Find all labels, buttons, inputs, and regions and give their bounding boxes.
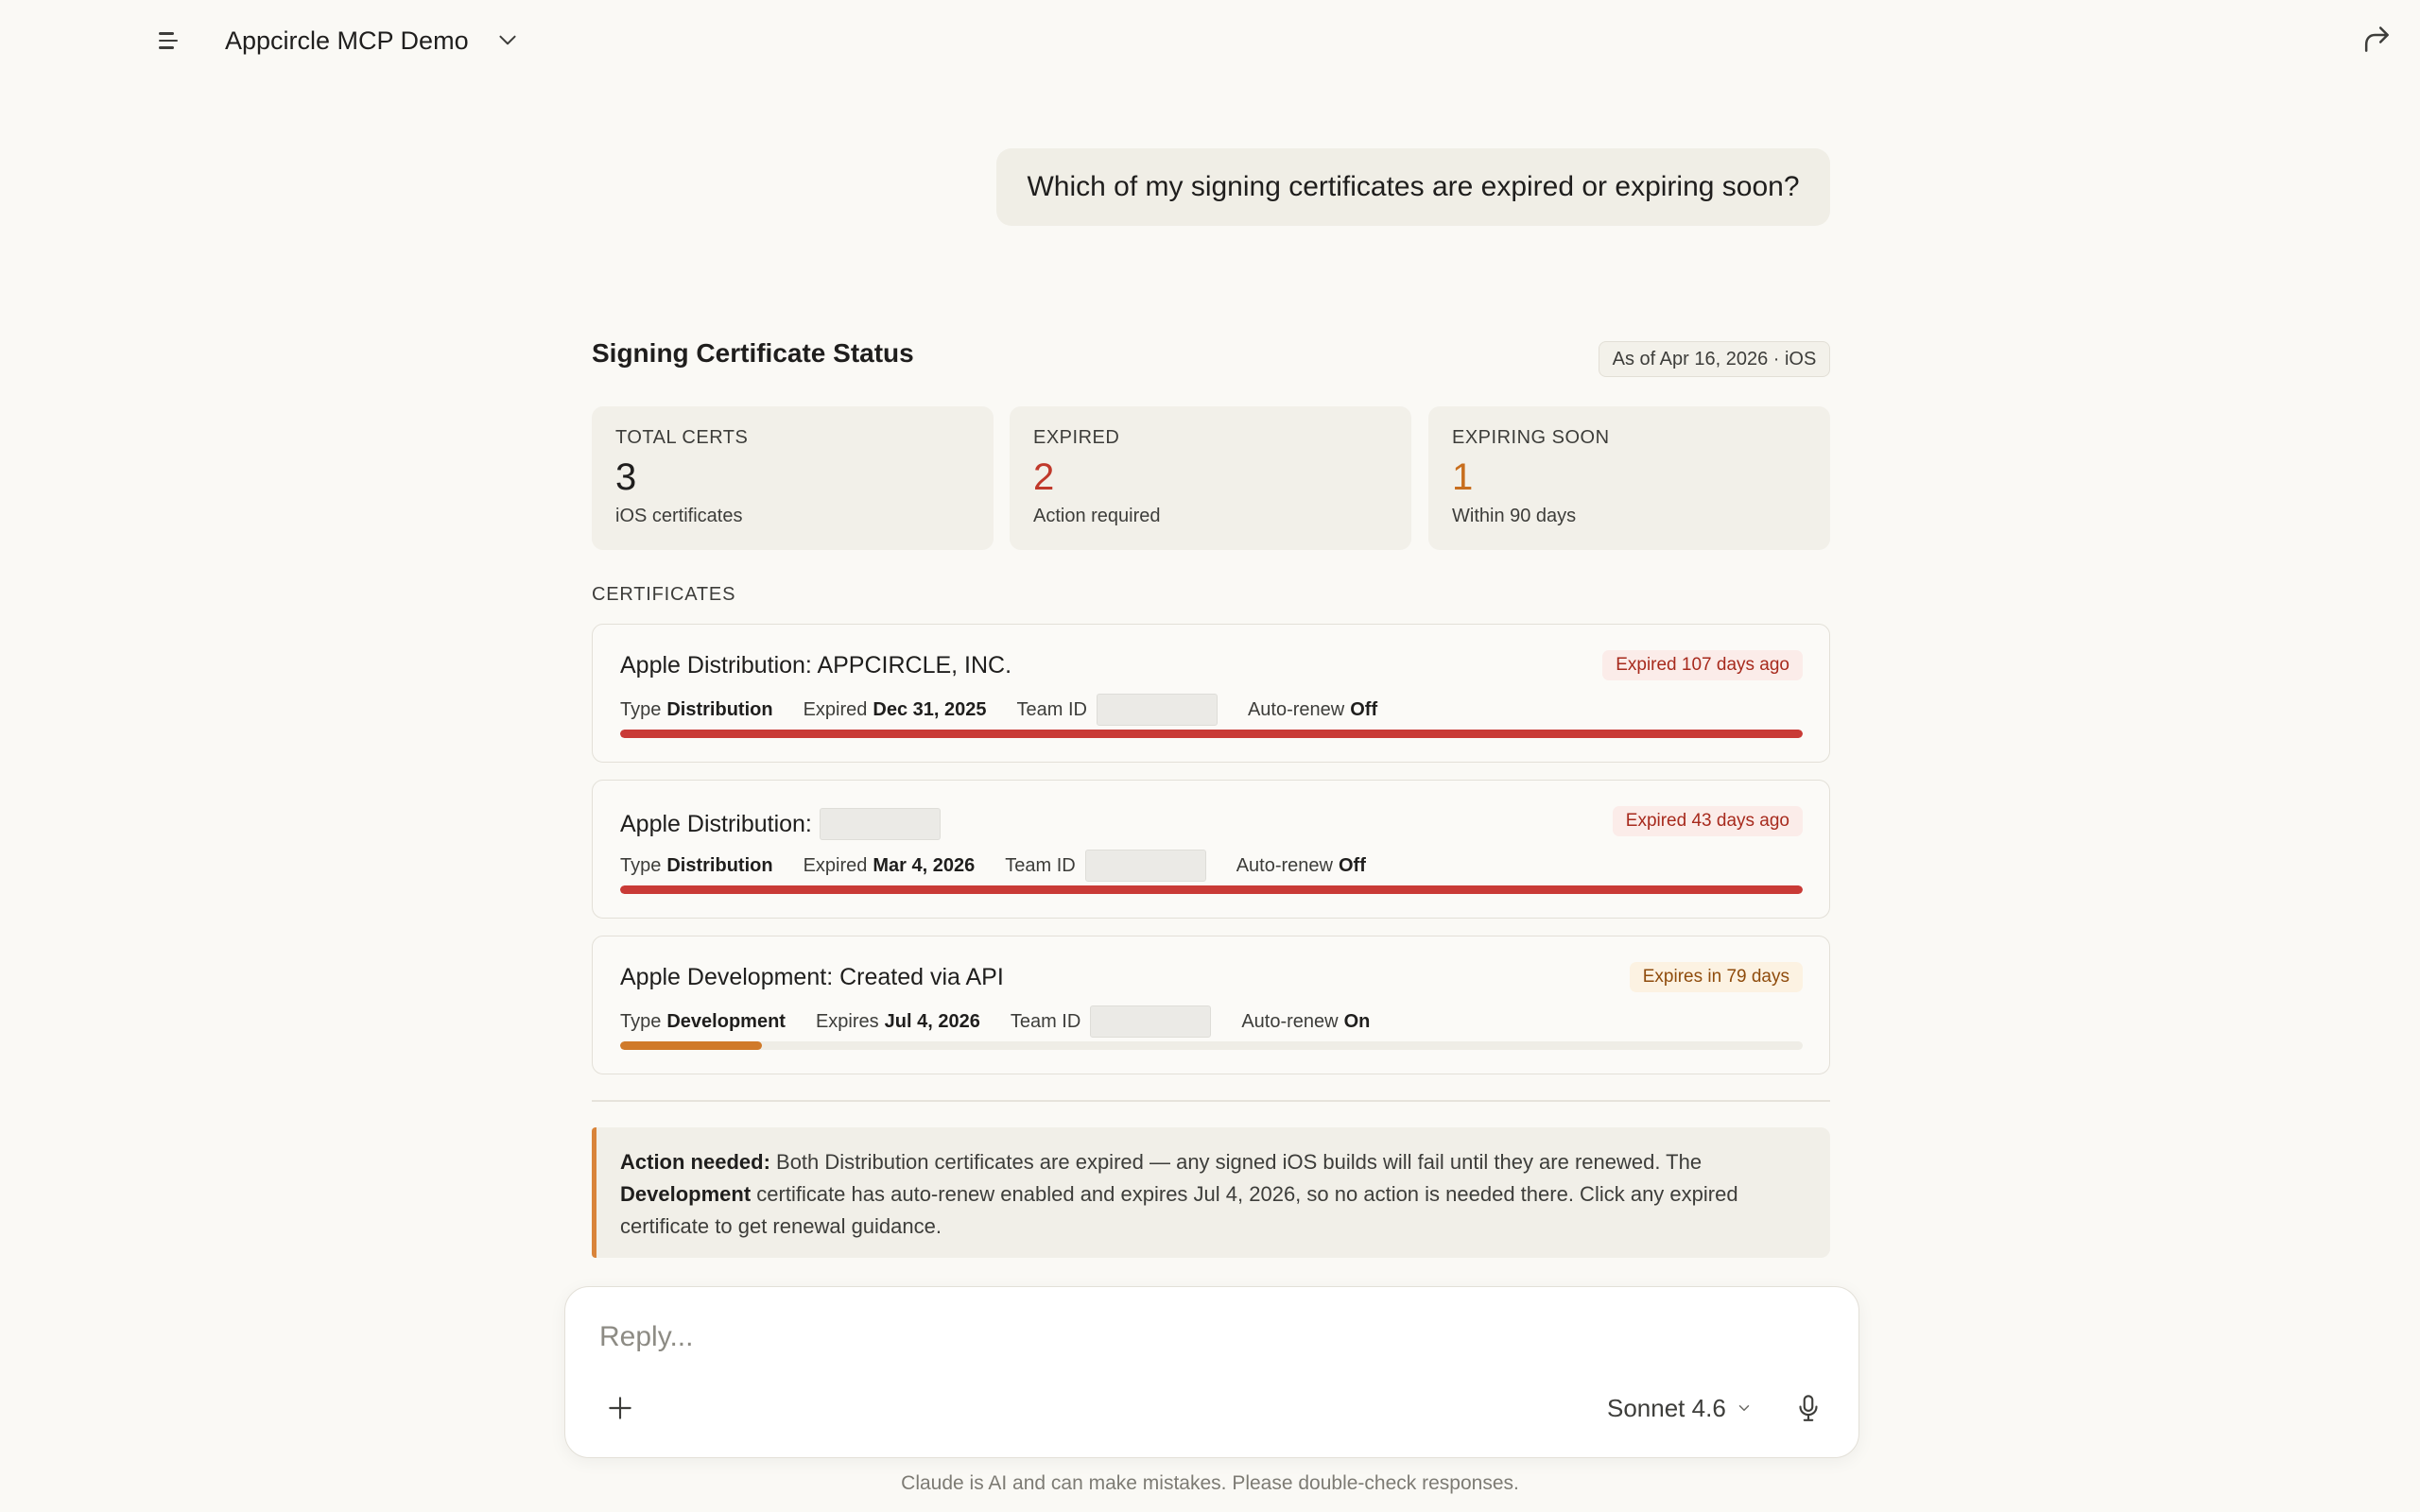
stat-card-expired: EXPIRED 2 Action required [1010, 406, 1411, 550]
stat-value: 2 [1033, 456, 1055, 498]
reply-composer: Reply... Sonnet 4.6 [564, 1286, 1859, 1458]
conversation-title: Appcircle MCP Demo [225, 26, 469, 55]
certificate-name-text: Apple Development: Created via API [620, 964, 1004, 990]
stat-sub: Within 90 days [1452, 506, 1577, 526]
disclaimer: Claude is AI and can make mistakes. Plea… [901, 1472, 1519, 1494]
chevron-down-icon [499, 35, 516, 45]
type-label: Type [620, 854, 662, 876]
date-value: Jul 4, 2026 [884, 1010, 980, 1032]
stat-value: 1 [1452, 456, 1474, 498]
stat-card-total: TOTAL CERTS 3 iOS certificates [592, 406, 994, 550]
certificate-name: Apple Distribution: APPCIRCLE, INC. [620, 652, 1011, 679]
progress-fill [620, 1041, 763, 1050]
auto-renew-label: Auto-renew [1241, 1010, 1339, 1032]
type-label: Type [620, 1010, 662, 1032]
status-badge: Expired 107 days ago [1602, 650, 1803, 680]
top-bar: Appcircle MCP Demo [0, 0, 2420, 81]
status-title: Signing Certificate Status [592, 338, 914, 368]
certificate-meta: Type Development Expires Jul 4, 2026 Team … [620, 1003, 1400, 1040]
callout-lead: Action needed: [620, 1150, 770, 1174]
status-badge: Expires in 79 days [1629, 962, 1803, 992]
auto-renew-value: Off [1350, 698, 1378, 720]
conversation-title-dropdown[interactable]: Appcircle MCP Demo [225, 21, 520, 60]
certificate-name-text: Apple Distribution: [620, 810, 812, 837]
stat-card-expiring-soon: EXPIRING SOON 1 Within 90 days [1428, 406, 1830, 550]
share-icon[interactable] [2358, 21, 2395, 59]
type-value: Distribution [666, 698, 773, 720]
team-id-redacted [1090, 1005, 1212, 1038]
type-label: Type [620, 698, 662, 720]
plus-icon[interactable] [605, 1393, 635, 1423]
menu-icon[interactable] [159, 25, 193, 57]
date-label: Expired [803, 698, 868, 720]
progress-fill [620, 885, 1803, 894]
validity-progress-bar [620, 885, 1803, 894]
microphone-icon[interactable] [1792, 1391, 1824, 1425]
team-id-label: Team ID [1010, 1010, 1081, 1032]
certificates-label: CERTIFICATES [592, 584, 736, 605]
user-message-bubble: Which of my signing certificates are exp… [996, 148, 1830, 226]
certificate-card[interactable]: Apple Distribution: APPCIRCLE, INC. Expi… [592, 624, 1830, 763]
date-label: Expired [803, 854, 868, 876]
stat-sub: Action required [1033, 506, 1161, 526]
certificate-meta: Type Distribution Expired Dec 31, 2025 Tea… [620, 691, 1408, 729]
team-id-redacted [1096, 694, 1218, 726]
auto-renew-value: Off [1339, 854, 1366, 876]
model-selector[interactable]: Sonnet 4.6 [1607, 1389, 1753, 1427]
chevron-down-icon [1738, 1405, 1750, 1411]
model-name: Sonnet 4.6 [1607, 1393, 1726, 1422]
certificate-meta: Type Distribution Expired Mar 4, 2026 Team… [620, 847, 1396, 885]
divider [592, 1100, 1830, 1102]
stat-sub: iOS certificates [615, 506, 743, 526]
stat-label: TOTAL CERTS [615, 427, 749, 448]
stat-label: EXPIRING SOON [1452, 427, 1610, 448]
team-id-label: Team ID [1005, 854, 1076, 876]
date-value: Mar 4, 2026 [873, 854, 976, 876]
date-label: Expires [815, 1010, 879, 1032]
callout-text: Both Distribution certificates are expir… [769, 1150, 1703, 1174]
certificate-name: Apple Distribution: [620, 808, 941, 840]
validity-progress-bar [620, 730, 1803, 738]
callout-text: certificate has auto-renew enabled and e… [620, 1182, 1738, 1238]
type-value: Development [666, 1010, 786, 1032]
as-of-badge: As of Apr 16, 2026 · iOS [1599, 341, 1830, 377]
team-id-label: Team ID [1016, 698, 1087, 720]
certificate-name-redacted [819, 808, 941, 840]
stat-label: EXPIRED [1033, 427, 1120, 448]
reply-input[interactable]: Reply... [599, 1321, 1639, 1363]
certificate-name-text: Apple Distribution: APPCIRCLE, INC. [620, 652, 1012, 679]
certificate-card[interactable]: Apple Development: Created via API Expir… [592, 936, 1830, 1074]
date-value: Dec 31, 2025 [873, 698, 987, 720]
validity-progress-bar [620, 1041, 1803, 1050]
team-id-redacted [1084, 850, 1206, 882]
certificate-name: Apple Development: Created via API [620, 964, 1004, 991]
certificate-card[interactable]: Apple Distribution: Expired 43 days ago … [592, 780, 1830, 919]
auto-renew-value: On [1343, 1010, 1371, 1032]
type-value: Distribution [666, 854, 773, 876]
callout-emphasis: Development [620, 1182, 752, 1206]
auto-renew-label: Auto-renew [1247, 698, 1345, 720]
status-badge: Expired 43 days ago [1612, 806, 1803, 836]
progress-fill [620, 730, 1803, 738]
stat-value: 3 [615, 456, 637, 498]
auto-renew-label: Auto-renew [1236, 854, 1333, 876]
action-needed-callout: Action needed: Both Distribution certifi… [592, 1127, 1830, 1258]
